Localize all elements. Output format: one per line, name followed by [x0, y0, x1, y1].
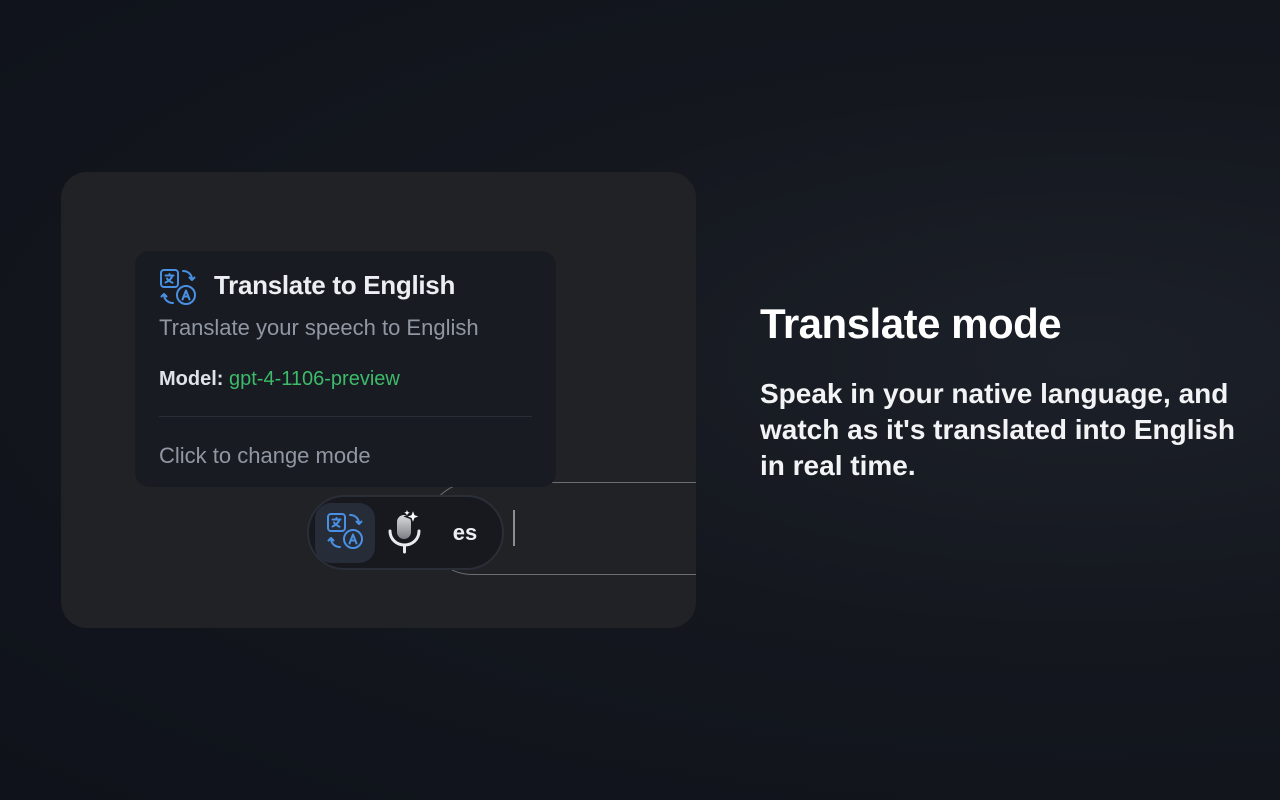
language-selector[interactable]: es	[435, 503, 495, 563]
tooltip-divider	[159, 416, 532, 417]
model-label: Model:	[159, 368, 224, 390]
demo-panel: Translate to English Translate your spee…	[61, 172, 696, 628]
translate-mode-button[interactable]	[315, 503, 375, 563]
mode-tooltip[interactable]: Translate to English Translate your spee…	[135, 251, 556, 487]
translate-icon	[326, 512, 364, 555]
microphone-button[interactable]	[375, 503, 435, 563]
voice-toolbar: es	[307, 495, 504, 570]
translate-icon	[159, 268, 197, 306]
text-cursor	[513, 510, 515, 546]
tooltip-title: Translate to English	[214, 270, 456, 300]
promo-heading: Translate mode	[760, 300, 1062, 347]
promo-copy: Translate mode Speak in your native lang…	[760, 300, 1260, 484]
model-info: Model: gpt-4-1106-preview	[159, 368, 400, 391]
change-mode-hint: Click to change mode	[159, 443, 371, 468]
tooltip-description: Translate your speech to English	[159, 315, 479, 340]
promo-subheading: Speak in your native language, and watch…	[760, 378, 1235, 481]
microphone-sparkle-icon	[383, 506, 427, 560]
model-value: gpt-4-1106-preview	[229, 368, 400, 390]
